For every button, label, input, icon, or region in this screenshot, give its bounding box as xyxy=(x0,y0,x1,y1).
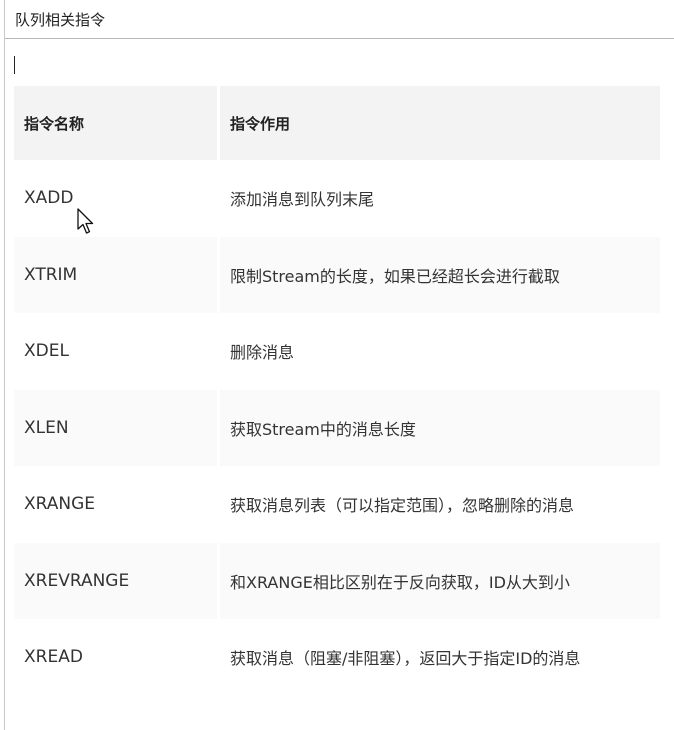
header-command-name: 指令名称 xyxy=(14,86,220,160)
section-heading: 队列相关指令 xyxy=(15,11,106,29)
page-left-border xyxy=(4,0,5,730)
table-row: XTRIM 限制Stream的长度，如果已经超长会进行截取 xyxy=(14,236,660,314)
command-purpose-cell[interactable]: 获取消息列表（可以指定范围），忽略删除的消息 xyxy=(220,466,660,543)
command-name-cell[interactable]: XLEN xyxy=(14,389,220,466)
command-table: 指令名称 指令作用 XADD 添加消息到队列末尾 XTRIM 限制Stream的… xyxy=(14,86,660,696)
document-page: 队列相关指令 指令名称 指令作用 XADD 添加消息到队列末尾 XTRIM 限制… xyxy=(0,0,674,730)
command-purpose-cell[interactable]: 添加消息到队列末尾 xyxy=(220,160,660,237)
command-purpose-cell[interactable]: 获取消息（阻塞/非阻塞），返回大于指定ID的消息 xyxy=(220,619,660,696)
table-row: XADD 添加消息到队列末尾 xyxy=(14,160,660,237)
mouse-pointer-icon xyxy=(77,208,94,234)
command-name-cell[interactable]: XTRIM xyxy=(14,236,220,313)
command-purpose-cell[interactable]: 删除消息 xyxy=(220,313,660,390)
table-row: XDEL 删除消息 xyxy=(14,313,660,390)
section-heading-bar: 队列相关指令 xyxy=(5,0,674,39)
command-purpose-cell[interactable]: 限制Stream的长度，如果已经超长会进行截取 xyxy=(220,237,660,314)
command-name-cell[interactable]: XREVRANGE xyxy=(14,542,220,619)
command-purpose-cell[interactable]: 获取Stream中的消息长度 xyxy=(220,390,660,467)
table-row: XREAD 获取消息（阻塞/非阻塞），返回大于指定ID的消息 xyxy=(14,619,660,696)
table-header-row: 指令名称 指令作用 xyxy=(14,86,660,160)
text-caret xyxy=(14,56,15,74)
table-row: XRANGE 获取消息列表（可以指定范围），忽略删除的消息 xyxy=(14,466,660,543)
header-command-purpose: 指令作用 xyxy=(230,114,291,133)
command-name-cell[interactable]: XADD xyxy=(14,160,220,237)
command-name-cell[interactable]: XDEL xyxy=(14,313,220,390)
command-purpose-cell[interactable]: 和XRANGE相比区别在于反向获取，ID从大到小 xyxy=(220,543,660,620)
table-row: XLEN 获取Stream中的消息长度 xyxy=(14,389,660,467)
command-name-cell[interactable]: XREAD xyxy=(14,619,220,696)
table-row: XREVRANGE 和XRANGE相比区别在于反向获取，ID从大到小 xyxy=(14,542,660,620)
command-name-cell[interactable]: XRANGE xyxy=(14,466,220,543)
